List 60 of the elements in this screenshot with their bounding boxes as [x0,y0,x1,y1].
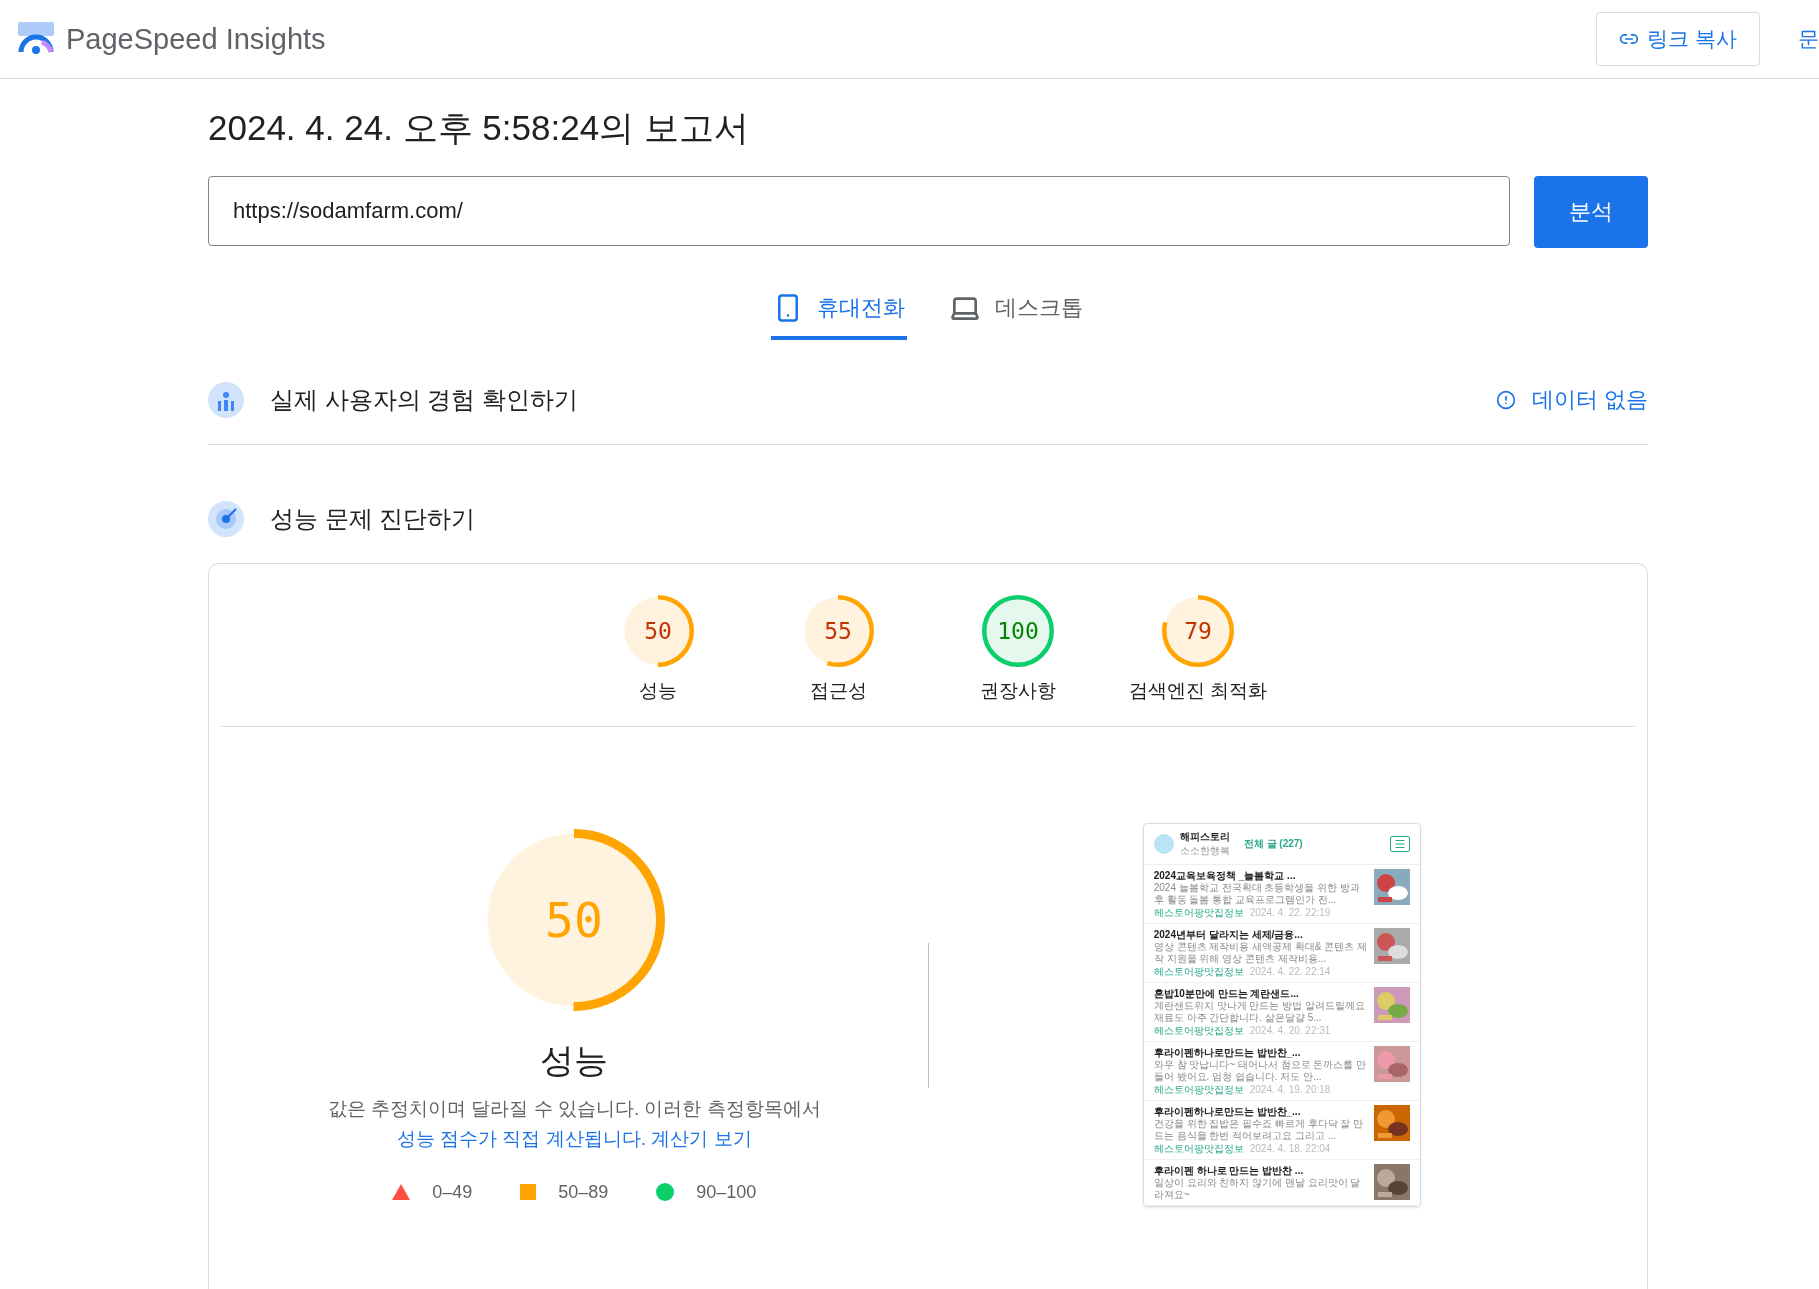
app-title: PageSpeed Insights [66,22,327,56]
no-data-status: 데이터 없음 [1531,386,1648,414]
post-title: 후라이펜하나로만드는 밥반찬_... [1153,1105,1302,1118]
score-value: 79 [1184,618,1212,644]
legend-range: 50–89 [558,1181,609,1203]
score-value: 50 [545,891,604,948]
analyze-button[interactable]: 분석 [1534,176,1648,248]
triangle-icon [392,1184,411,1200]
score-label: 성능 [639,679,677,703]
post-category: 헤스토어팡맛집정보 [1153,1083,1244,1096]
blog-logo [1153,834,1174,854]
score-link[interactable]: 성능 점수가 직접 계산됩니다. [396,1127,647,1149]
post-snippet: 계란샌드위치 맛나게 만드는 방법 알려드릴께요 재료도 아주 간단합니다. 삶은달걀 5... [1153,1000,1366,1024]
score-label: 검색엔진 최적화 [1128,679,1268,703]
score-note: 값은 추정치이며 달라질 수 있습니다. 이러한 측정항목에서 성능 점수가 직접 계산됩니다. 계산기 보기 [326,1096,822,1151]
post-snippet: 영상 콘텐츠 제작비용 세액공제 확대& 콘텐츠 제작 지원을 위해 영상 콘텐츠 제작비용... [1153,941,1368,965]
info-icon [1495,390,1516,410]
post-date: 2024. 4. 20. 22:31 [1249,1024,1331,1037]
post-category: 헤스토어팡맛집정보 [1153,906,1244,919]
blog-name: 해피스토리 [1179,830,1230,844]
post-date: 2024. 4. 22. 22:14 [1249,965,1331,978]
menu-icon [1389,836,1410,852]
legend-range: 0–49 [432,1181,473,1203]
post-category: 헤스토어팡맛집정보 [1153,1024,1244,1037]
post-snippet: 2024 늘봄학교 전국확대 초등학생을 위한 방과후 활동 돌봄 통합 교육프로그램인가 전... [1153,882,1361,906]
blog-tagline: 소소한행복 [1179,844,1230,858]
device-tab[interactable]: 휴대전화 [771,292,907,340]
post-date: 2024. 4. 19. 20:18 [1249,1083,1331,1096]
post-title: 후라이펜하나로만드는 밥반찬_... [1153,1046,1302,1059]
section-title: 실제 사용자의 경험 확인하기 [270,385,579,415]
logo-icon [18,22,54,56]
calculator-link[interactable]: 계산기 보기 [651,1127,752,1149]
post-title: 2024년부터 달라지는 세제/금융... [1153,928,1304,941]
radar-icon [208,501,244,537]
report-title: 2024. 4. 24. 오후 5:58:24의 보고서 [208,107,750,149]
score-value: 55 [824,618,852,644]
copy-link-button[interactable]: 링크 복사 [1596,12,1760,66]
url-field[interactable]: https://sodamfarm.com/ [208,176,1510,246]
post-snippet: 일상이 요리와 친하지 않기에 맨날 요리맛이 달라져요~ [1153,1177,1362,1201]
post-category: 헤스토어팡맛집정보 [1153,965,1244,978]
post-title: 후라이펜 하나로 만드는 밥반찬 ... [1153,1164,1305,1177]
post-date: 2024. 4. 22. 22:19 [1249,906,1331,919]
post-title: 혼밥10분만에 만드는 계란샌드... [1153,987,1300,1000]
section-title: 성능 문제 진단하기 [270,504,477,534]
circle-icon [656,1183,675,1201]
docs-link[interactable]: 문 [1772,25,1819,53]
chart-icon [208,382,244,418]
score-title: 성능 [540,1039,609,1081]
post-title: 2024교육보육정책 _늘봄학교 ... [1153,869,1297,882]
score-label: 접근성 [809,679,867,703]
score-label: 권장사항 [980,679,1056,703]
legend-range: 90–100 [696,1181,757,1203]
device-tab[interactable]: 데스크톱 [947,292,1085,340]
post-category: 헤스토어팡맛집정보 [1153,1142,1244,1155]
score-value: 100 [997,618,1039,644]
score-value: 50 [644,618,672,644]
post-snippet: 와우 참 맛납니다~ 태어나서 첨으로 돈까스를 만들어 봤어요. 엄청 쉽습니다. 저도 안... [1153,1059,1368,1083]
post-snippet: 건강을 위한 집밥은 필수죠 빠르게 후다닥 잘 만드는 음식을 한번 적어보려고요 그리고 ... [1153,1118,1365,1142]
square-icon [520,1184,537,1200]
post-date: 2024. 4. 18. 22:04 [1249,1142,1331,1155]
